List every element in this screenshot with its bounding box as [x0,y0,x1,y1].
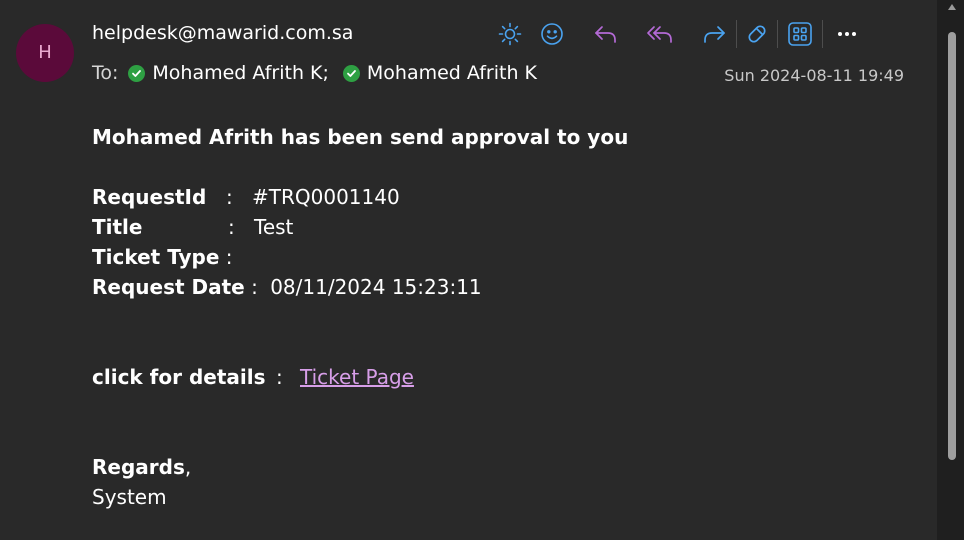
field-colon: : [225,245,233,269]
reply-icon[interactable] [590,18,622,50]
sender-address[interactable]: helpdesk@mawarid.com.sa [92,22,353,44]
field-label: Ticket Type [92,245,220,269]
field-row-requestid: RequestId [92,182,206,212]
sender-avatar[interactable]: H [16,24,74,82]
field-label: Request Date [92,275,245,299]
field-row-tickettype: Ticket Type : [92,242,233,272]
toolbar-divider [777,20,778,48]
regards-line: Regards, [92,452,191,482]
message-heading: Mohamed Afrith has been send approval to… [92,125,629,149]
available-status-icon [342,64,360,82]
available-status-icon [128,64,146,82]
field-colon: : [226,185,233,209]
details-colon: : [276,365,283,389]
field-value: 08/11/2024 15:23:11 [270,275,482,299]
to-label: To: [92,62,119,84]
field-colon: : [228,215,235,239]
scroll-up-arrow-icon[interactable] [948,4,956,10]
field-label: RequestId [92,185,207,209]
forward-icon[interactable] [698,18,730,50]
more-icon[interactable] [831,18,863,50]
field-colon: : [251,275,258,299]
toolbar-divider [822,20,823,48]
scrollbar-thumb[interactable] [948,32,956,460]
regards-text: Regards [92,455,185,479]
email-reading-pane: H helpdesk@mawarid.com.sa To: Mohamed Af… [0,0,964,540]
details-label: click for details [92,365,266,389]
sent-date: Sun 2024-08-11 19:49 [724,66,904,85]
field-row-requestdate: Request Date : 08/11/2024 15:23:11 [92,272,482,302]
field-value: Test [254,215,294,239]
field-value: #TRQ0001140 [252,185,400,209]
toolbar-divider [736,20,737,48]
apps-icon[interactable] [784,18,816,50]
recipient-name: Mohamed Afrith K; [152,62,329,84]
recipient-name: Mohamed Afrith K [366,62,537,84]
ticket-page-link[interactable]: Ticket Page [300,362,414,392]
recipients-row: To: Mohamed Afrith K; Mohamed Afrith K [92,62,537,84]
reply-all-icon[interactable] [644,18,676,50]
recipient-2[interactable]: Mohamed Afrith K [342,62,537,84]
recipient-1[interactable]: Mohamed Afrith K; [128,62,329,84]
immersive-reader-icon[interactable] [741,18,773,50]
field-label: Title [92,215,143,239]
regards-comma: , [184,455,192,479]
message-toolbar [494,18,863,50]
emoji-icon[interactable] [536,18,568,50]
signature: System [92,485,167,509]
sun-icon[interactable] [494,18,526,50]
